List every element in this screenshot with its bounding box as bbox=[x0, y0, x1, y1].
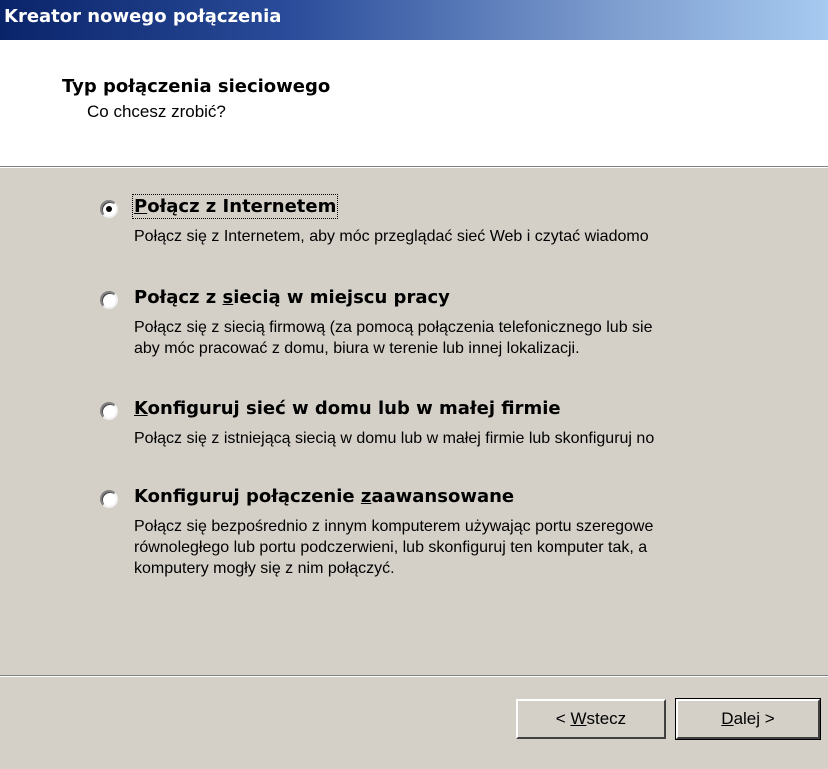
window-title: Kreator nowego połączenia bbox=[4, 6, 282, 27]
radio-internet[interactable] bbox=[100, 200, 118, 218]
option-advanced-desc: Połącz się bezpośrednio z innym komputer… bbox=[134, 518, 654, 577]
page-subtitle: Co chcesz zrobić? bbox=[87, 102, 226, 121]
option-home-network-desc: Połącz się z istniejącą siecią w domu lu… bbox=[134, 430, 655, 447]
back-button[interactable]: < Wstecz bbox=[516, 699, 666, 739]
title-bar[interactable]: Kreator nowego połączenia bbox=[0, 0, 828, 40]
option-internet-label[interactable]: Połącz z Internetem bbox=[131, 194, 339, 219]
radio-selected-dot bbox=[106, 206, 112, 212]
radio-workplace[interactable] bbox=[100, 291, 118, 309]
next-button[interactable]: Dalej > bbox=[675, 698, 821, 740]
radio-advanced[interactable] bbox=[100, 490, 118, 508]
option-internet-desc: Połącz się z Internetem, aby móc przeglą… bbox=[134, 228, 649, 245]
option-workplace-label[interactable]: Połącz z siecią w miejscu pracy bbox=[134, 287, 450, 308]
page-title: Typ połączenia sieciowego bbox=[62, 76, 331, 97]
footer-divider-highlight bbox=[0, 676, 828, 677]
header-divider-highlight bbox=[0, 167, 828, 168]
option-advanced-label[interactable]: Konfiguruj połączenie zaawansowane bbox=[134, 486, 514, 507]
wizard-window: Kreator nowego połączenia Typ połączenia… bbox=[0, 0, 828, 769]
header-panel: Typ połączenia sieciowego Co chcesz zrob… bbox=[0, 40, 828, 166]
radio-home-network[interactable] bbox=[100, 402, 118, 420]
option-home-network-label[interactable]: Konfiguruj sieć w domu lub w małej firmi… bbox=[134, 398, 561, 419]
option-workplace-desc: Połącz się z siecią firmową (za pomocą p… bbox=[134, 319, 653, 357]
